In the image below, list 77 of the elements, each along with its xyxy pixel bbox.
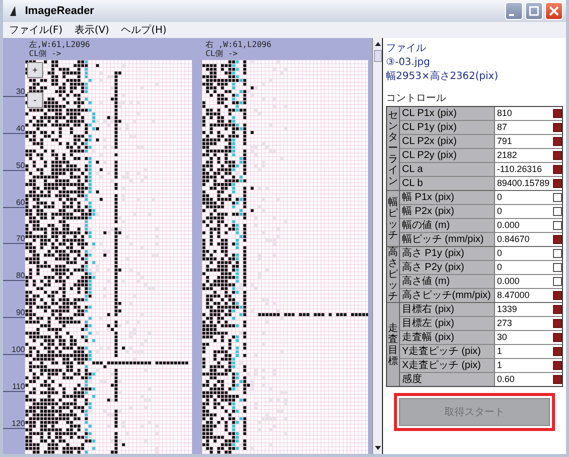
ruler-label: 70: [16, 234, 25, 244]
value-field[interactable]: 810: [495, 107, 553, 120]
value-field[interactable]: 0: [495, 247, 553, 260]
value-field[interactable]: 8.47000: [495, 289, 553, 302]
property-label: CL P2x (pix): [400, 135, 495, 148]
maximize-icon: [529, 6, 539, 16]
group-label: 走査目標: [388, 322, 398, 366]
value-field[interactable]: 0.000: [495, 219, 553, 232]
property-label: 感度: [400, 373, 495, 386]
zoom-button[interactable]: +: [27, 62, 43, 78]
close-icon: [549, 6, 559, 16]
close-button[interactable]: [545, 2, 563, 20]
ruler-label: 50: [16, 160, 25, 170]
view-caption: 左,W:61,L2096: [29, 40, 91, 49]
window-title: ImageReader: [25, 5, 96, 17]
ruler-label: 30: [16, 86, 25, 96]
property-label: 走査幅 (pix): [400, 331, 495, 344]
maximize-button[interactable]: [525, 2, 543, 20]
file-name: ③-03.jpg: [386, 56, 431, 70]
property-label: 幅ピッチ (mm/pix): [400, 233, 495, 246]
value-field[interactable]: 791: [495, 135, 553, 148]
menu-item[interactable]: 表示(V): [74, 24, 110, 36]
value-field[interactable]: 87: [495, 121, 553, 134]
minimize-button[interactable]: [505, 2, 523, 20]
value-field[interactable]: -110.26316: [495, 163, 553, 176]
property-label: CL P1x (pix): [400, 107, 495, 120]
ruler-label: 110: [12, 382, 25, 392]
ruler-label: 120: [12, 418, 25, 428]
section-heading: ファイル: [386, 42, 427, 56]
property-label: 目標右 (pix): [400, 303, 495, 316]
value-field[interactable]: 89400.15789: [495, 177, 553, 190]
property-label: 幅 P2x (pix): [400, 205, 495, 218]
view-caption: CL側 ->: [206, 49, 239, 58]
value-field[interactable]: 0: [495, 191, 553, 204]
group-label: センターライン: [388, 110, 398, 187]
image-size: 幅2953×高さ2362(pix): [386, 70, 500, 84]
minimize-icon: [509, 14, 514, 16]
menu-item[interactable]: ヘルプ(H): [121, 24, 167, 36]
property-label: CL P1y (pix): [400, 121, 495, 134]
value-field[interactable]: 1: [495, 359, 553, 372]
view-caption: 右 ,W:61,L2096: [206, 40, 272, 49]
value-field[interactable]: 0.000: [495, 275, 553, 288]
property-label: CL P2y (pix): [400, 149, 495, 162]
ruler-label: 40: [16, 124, 25, 133]
value-field[interactable]: 30: [495, 331, 553, 344]
view-caption: CL側 ->: [29, 49, 62, 58]
section-heading: コントロール: [386, 92, 447, 106]
property-label: X走査ピッチ (pix): [400, 359, 495, 372]
property-label: 高さ値 (m): [400, 275, 495, 288]
group-label: 高さピッチ: [388, 247, 398, 302]
value-field[interactable]: 0: [495, 261, 553, 274]
menu-item[interactable]: ファイル(F): [9, 24, 63, 36]
value-field[interactable]: 0: [495, 205, 553, 218]
zoom-button[interactable]: -: [27, 92, 43, 108]
property-label: 幅 P1x (pix): [400, 191, 495, 204]
group-label: 幅ピッチ: [388, 196, 398, 240]
scroll-up-icon[interactable]: [374, 40, 382, 48]
value-field[interactable]: 2182: [495, 149, 553, 162]
value-field[interactable]: 1339: [495, 303, 553, 316]
value-field[interactable]: 0.84670: [495, 233, 553, 246]
property-label: 高さ P2y (pix): [400, 261, 495, 274]
value-field[interactable]: 273: [495, 317, 553, 330]
scroll-down-icon[interactable]: [374, 444, 382, 452]
scroll-thumb[interactable]: [374, 50, 382, 62]
value-field[interactable]: 0.60: [495, 373, 553, 386]
ruler-label: 90: [16, 308, 25, 318]
property-label: Y走査ピッチ (pix): [400, 345, 495, 358]
ruler-label: 100: [12, 345, 25, 354]
value-field[interactable]: 1: [495, 345, 553, 358]
property-label: 高さ P1y (pix): [400, 247, 495, 260]
property-label: CL b: [400, 177, 495, 190]
property-label: 目標左 (pix): [400, 317, 495, 330]
ruler-label: 60: [16, 198, 25, 207]
property-label: 幅の値 (m): [400, 219, 495, 232]
property-label: CL a: [400, 163, 495, 176]
property-label: 高さピッチ(mm/pix): [400, 289, 495, 302]
ruler-label: 80: [16, 271, 25, 280]
